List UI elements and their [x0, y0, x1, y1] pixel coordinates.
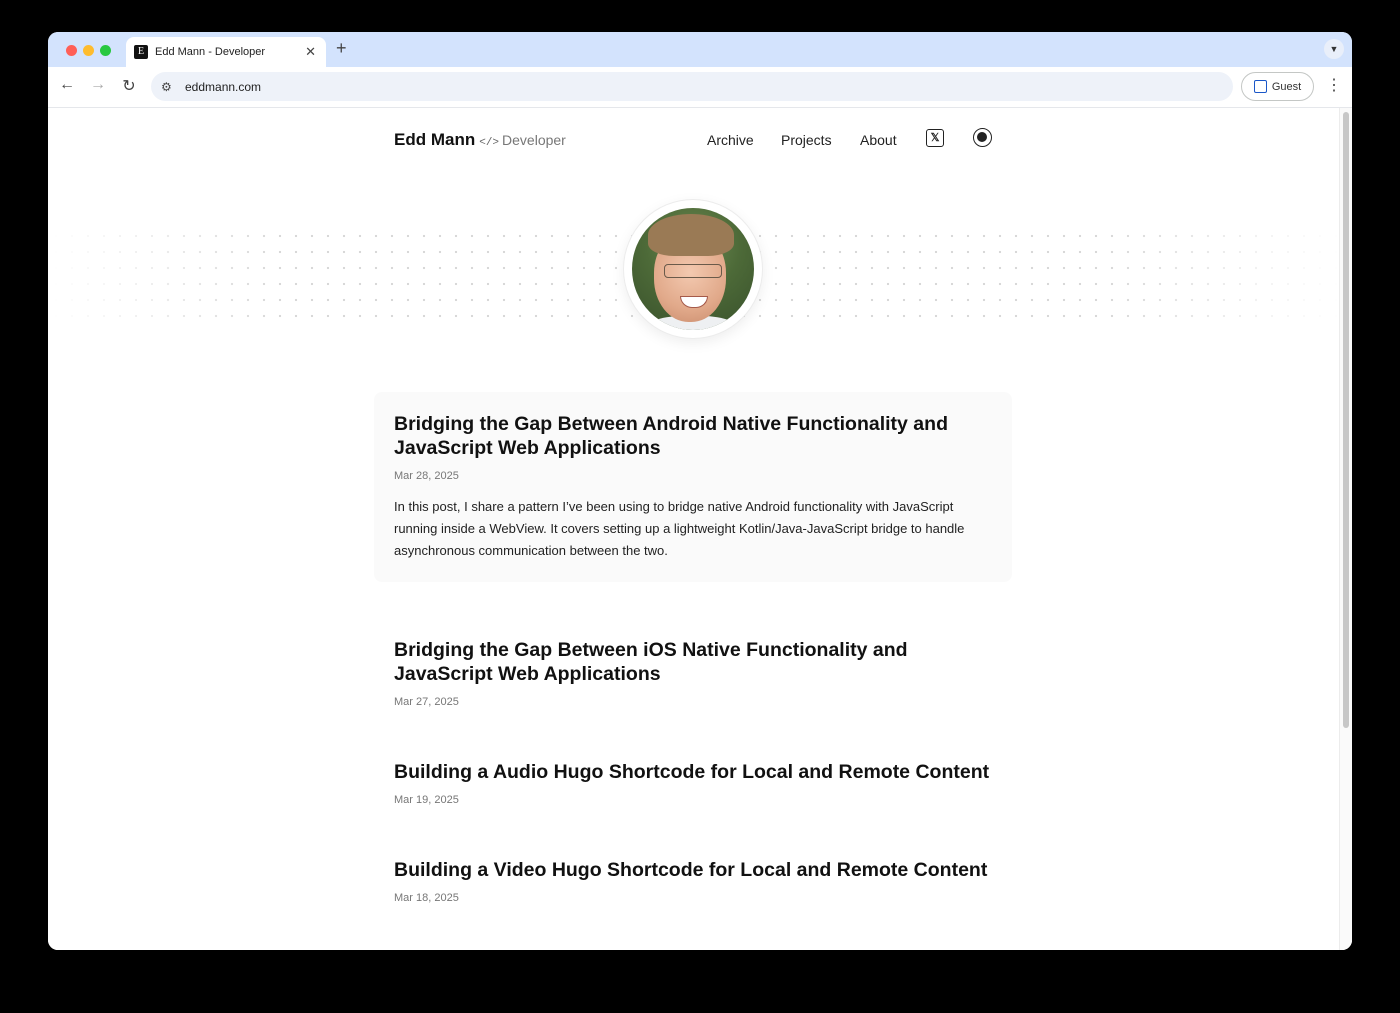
tab-strip: E Edd Mann - Developer ✕ + ▼ — [48, 32, 1352, 67]
post-title[interactable]: Bridging the Gap Between iOS Native Func… — [394, 638, 992, 686]
nav-about[interactable]: About — [860, 132, 897, 148]
post-item[interactable]: Building a Video Hugo Shortcode for Loca… — [374, 858, 1012, 904]
site-brand[interactable]: Edd Mann </> Developer — [394, 130, 566, 150]
tab-title: Edd Mann - Developer — [155, 46, 266, 58]
close-window-button[interactable] — [66, 45, 77, 56]
nav-archive[interactable]: Archive — [707, 132, 754, 148]
zoom-window-button[interactable] — [100, 45, 111, 56]
post-title[interactable]: Bridging the Gap Between Android Native … — [394, 412, 992, 460]
profile-label: Guest — [1271, 80, 1302, 93]
browser-toolbar: ← → ↻ ⚙ eddmann.com Guest ⋮ — [48, 67, 1352, 108]
github-icon[interactable] — [973, 128, 992, 147]
browser-tab[interactable]: E Edd Mann - Developer ✕ — [126, 37, 326, 67]
tab-search-chevron-icon[interactable]: ▼ — [1324, 39, 1344, 59]
post-item-featured[interactable]: Bridging the Gap Between Android Native … — [374, 392, 1012, 582]
page-viewport: Edd Mann </> Developer Archive Projects … — [48, 108, 1352, 950]
brand-name: Edd Mann — [394, 130, 476, 149]
minimize-window-button[interactable] — [83, 45, 94, 56]
vertical-scrollbar[interactable] — [1339, 108, 1352, 950]
nav-projects[interactable]: Projects — [781, 132, 832, 148]
post-item[interactable]: Building a Audio Hugo Shortcode for Loca… — [374, 760, 1012, 806]
x-twitter-icon[interactable]: 𝕏 — [926, 129, 944, 147]
post-date: Mar 19, 2025 — [394, 794, 459, 806]
person-icon — [1253, 80, 1267, 93]
post-excerpt: In this post, I share a pattern I’ve bee… — [394, 499, 965, 558]
post-list: Bridging the Gap Between Android Native … — [374, 392, 1012, 904]
reload-icon[interactable]: ↻ — [119, 76, 139, 96]
browser-window: E Edd Mann - Developer ✕ + ▼ ← → ↻ ⚙ edd… — [48, 32, 1352, 950]
forward-arrow-icon[interactable]: → — [88, 76, 108, 94]
post-date: Mar 18, 2025 — [394, 892, 459, 904]
tab-close-icon[interactable]: ✕ — [305, 44, 316, 60]
site-header: Edd Mann </> Developer Archive Projects … — [394, 128, 994, 152]
post-item[interactable]: Bridging the Gap Between iOS Native Func… — [374, 638, 1012, 708]
site-settings-icon[interactable]: ⚙ — [161, 80, 175, 94]
brand-tagline: Developer — [502, 132, 566, 148]
post-title[interactable]: Building a Video Hugo Shortcode for Loca… — [394, 858, 992, 882]
profile-photo — [632, 208, 754, 330]
back-arrow-icon[interactable]: ← — [57, 76, 77, 94]
url-text[interactable]: eddmann.com — [185, 80, 261, 94]
post-title[interactable]: Building a Audio Hugo Shortcode for Loca… — [394, 760, 992, 784]
new-tab-button[interactable]: + — [336, 38, 347, 59]
post-date: Mar 28, 2025 — [394, 470, 459, 482]
code-icon: </> — [479, 137, 500, 149]
avatar — [624, 200, 762, 338]
post-date: Mar 27, 2025 — [394, 696, 459, 708]
profile-button[interactable]: Guest — [1241, 72, 1314, 101]
address-bar[interactable]: ⚙ eddmann.com — [151, 72, 1233, 101]
scrollbar-thumb[interactable] — [1343, 112, 1349, 728]
more-menu-icon[interactable]: ⋮ — [1326, 75, 1342, 95]
site-favicon-icon: E — [134, 45, 148, 59]
